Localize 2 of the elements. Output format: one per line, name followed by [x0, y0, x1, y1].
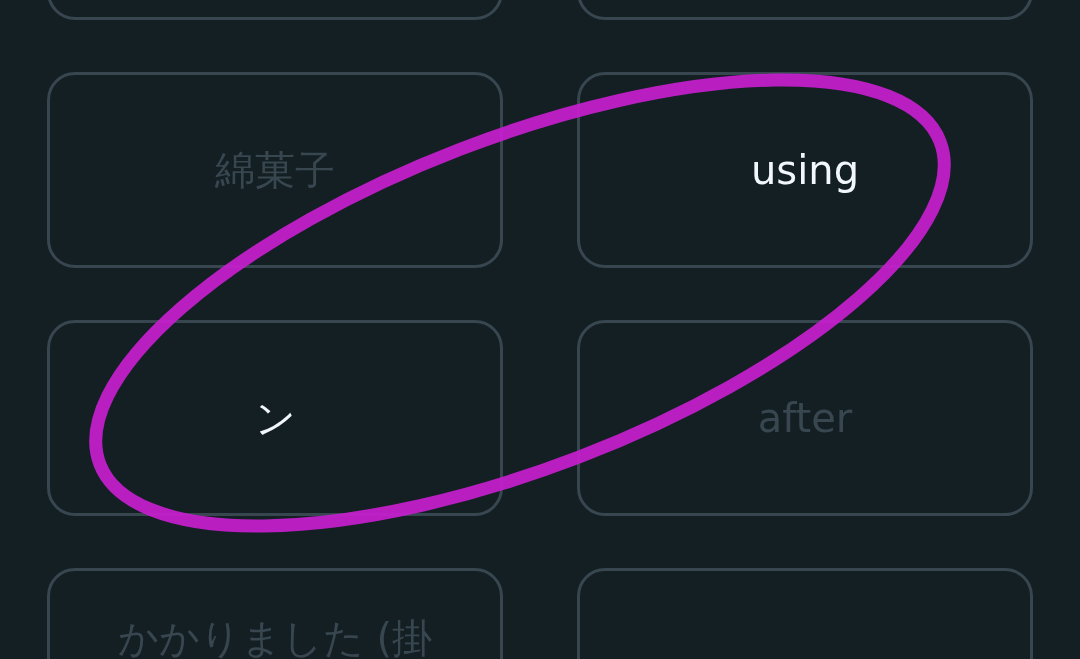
answer-card[interactable]: ン — [47, 320, 503, 516]
answer-card[interactable]: using — [577, 72, 1033, 268]
